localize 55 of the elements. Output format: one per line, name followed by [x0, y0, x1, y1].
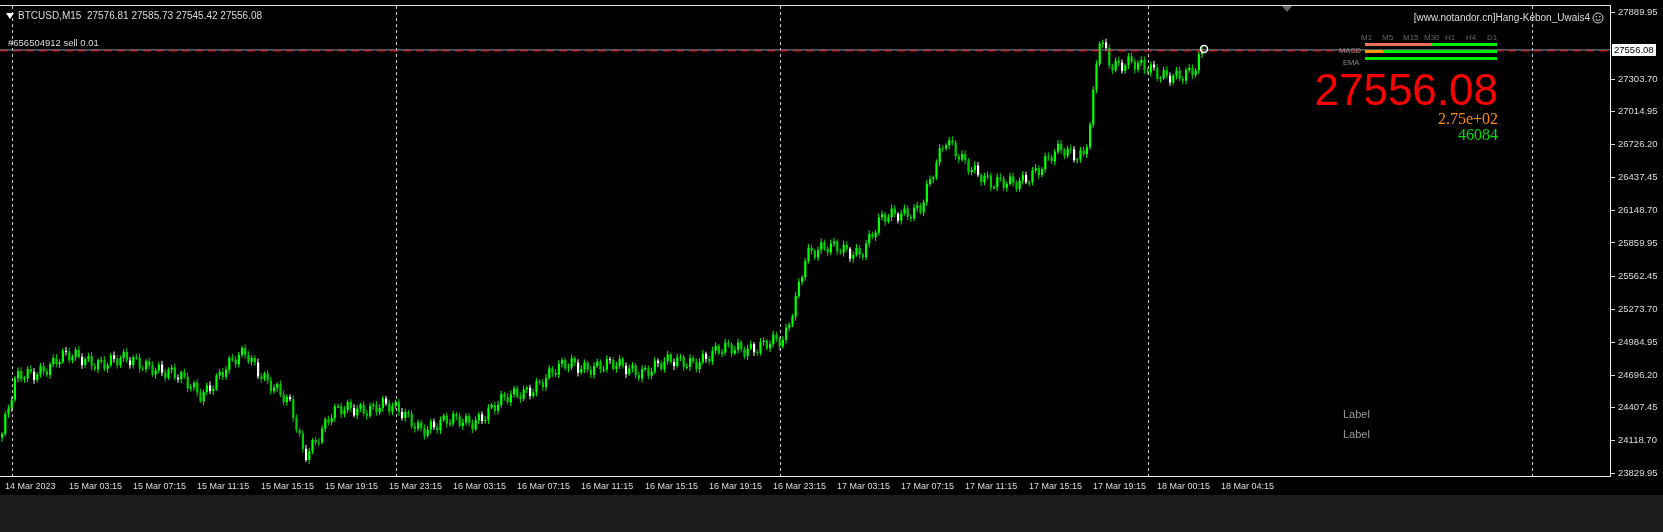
- price-tick-label: 24407.45: [1618, 401, 1658, 413]
- dropdown-caret-icon[interactable]: [6, 12, 14, 19]
- time-tick-label: 17 Mar 07:15: [901, 480, 956, 493]
- time-tick-label: 18 Mar 04:15: [1221, 480, 1276, 493]
- timeframe-label: M30: [1424, 32, 1440, 44]
- price-tick-label: 25273.70: [1618, 303, 1658, 315]
- time-tick-label: 17 Mar 03:15: [837, 480, 892, 493]
- timeframe-label: M15: [1403, 32, 1419, 44]
- price-tick-label: 27303.70: [1618, 72, 1658, 84]
- time-tick-label: 15 Mar 19:15: [325, 480, 380, 493]
- order-label: #656504912 sell 0.01: [8, 37, 99, 48]
- spread-value: 2.75e+02: [1437, 110, 1498, 127]
- price-tick-label: 25859.95: [1618, 236, 1658, 248]
- time-tick-label: 14 Mar 2023: [5, 480, 57, 493]
- time-tick-label: 18 Mar 00:15: [1157, 480, 1212, 493]
- price-tick-label: 26148.70: [1618, 203, 1658, 215]
- timeframe-label: H1: [1445, 32, 1456, 44]
- last-price-marker-icon: [1199, 44, 1209, 54]
- chart-header: BTCUSD,M15 27576.81 27585.73 27545.42 27556.08: [18, 9, 263, 23]
- time-tick-label: 16 Mar 11:15: [581, 480, 635, 493]
- chart-label: Label: [1343, 407, 1370, 422]
- chart-label: Label: [1343, 427, 1370, 442]
- time-tick-label: 16 Mar 19:15: [709, 480, 764, 493]
- current-price-tag: 27556.08: [1612, 43, 1656, 56]
- timeframe-label: D1: [1487, 32, 1498, 44]
- time-tick-label: 15 Mar 03:15: [69, 480, 124, 493]
- timeframe-label: M5: [1382, 32, 1394, 44]
- time-tick-label: 16 Mar 15:15: [645, 480, 700, 493]
- price-tick-label: 24696.20: [1618, 368, 1658, 380]
- price-tick-label: 27889.95: [1618, 6, 1658, 17]
- price-tick-label: 26437.45: [1618, 170, 1658, 182]
- time-tick-label: 15 Mar 15:15: [261, 480, 316, 493]
- price-tick-label: 25562.45: [1618, 270, 1658, 282]
- time-tick-label: 15 Mar 23:15: [389, 480, 444, 493]
- current-price-display: 27556.08: [1314, 70, 1498, 110]
- timeframe-label: H4: [1466, 32, 1477, 44]
- time-tick-label: 17 Mar 19:15: [1093, 480, 1148, 493]
- time-tick-label: 16 Mar 23:15: [773, 480, 828, 493]
- time-tick-label: 15 Mar 07:15: [133, 480, 188, 493]
- price-tick-label: 26726.20: [1618, 138, 1658, 150]
- indicator-title: [www.notandor.cn]Hang-Kebon_Uwais4: [1413, 11, 1590, 25]
- smiley-icon[interactable]: [1592, 11, 1604, 24]
- price-tick-label: 24984.95: [1618, 335, 1658, 347]
- shift-marker-icon[interactable]: [1282, 6, 1292, 12]
- time-tick-label: 17 Mar 11:15: [965, 480, 1019, 493]
- time-tick-label: 15 Mar 11:15: [197, 480, 251, 493]
- volume-value: 46084: [1458, 126, 1498, 143]
- time-tick-label: 16 Mar 07:15: [517, 480, 572, 493]
- time-tick-label: 17 Mar 15:15: [1029, 480, 1084, 493]
- price-tick-label: 23829.95: [1618, 467, 1658, 478]
- order-line[interactable]: [0, 49, 1610, 52]
- price-tick-label: 27014.95: [1618, 105, 1658, 117]
- time-tick-label: 16 Mar 03:15: [453, 480, 508, 493]
- timeframe-label: M1: [1361, 32, 1373, 44]
- price-tick-label: 24118.70: [1618, 434, 1657, 446]
